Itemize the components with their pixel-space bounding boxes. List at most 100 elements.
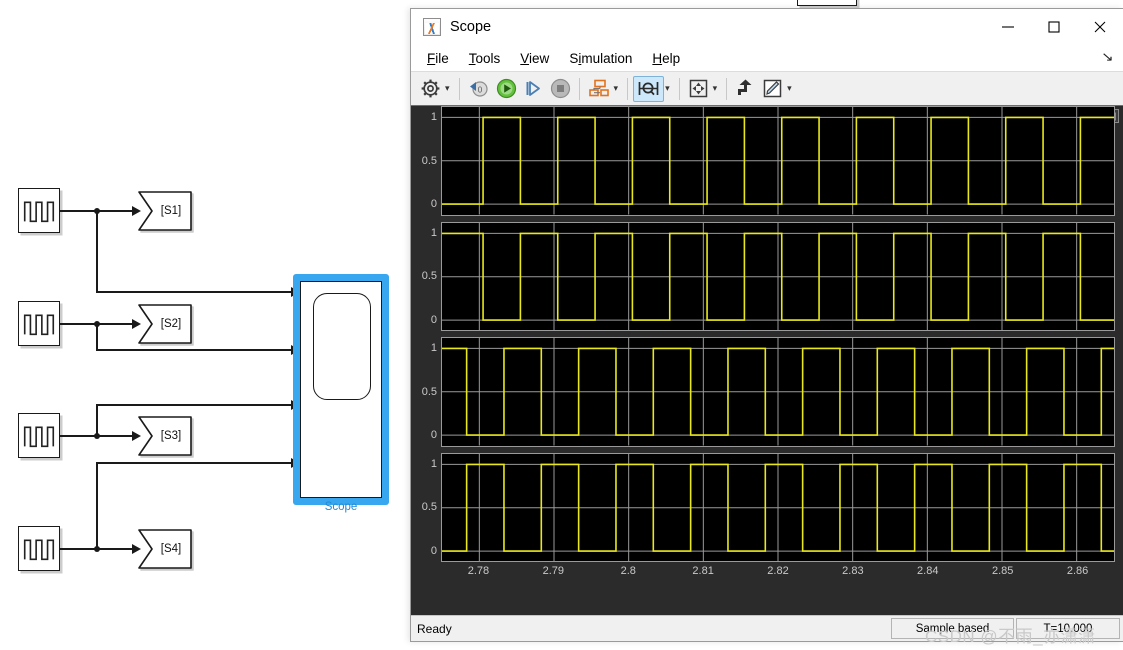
wire-branch-pg1-down — [96, 210, 98, 292]
minimize-button[interactable] — [985, 9, 1031, 44]
scope-block-label: Scope — [324, 501, 358, 513]
wire-pg2-to-scope-port2 — [96, 349, 300, 351]
y-tick-label: 1 — [430, 226, 437, 239]
x-tick-label: 2.85 — [991, 565, 1014, 577]
style-pencil-icon — [763, 79, 782, 98]
edge-top-block[interactable] — [797, 0, 857, 6]
x-tick-label: 2.83 — [842, 565, 864, 577]
wire-branch-pg3-up — [96, 404, 98, 436]
wire-branch-pg2-down — [96, 323, 98, 351]
style-caret[interactable]: ▾ — [786, 84, 796, 93]
goto-block-s3[interactable]: [S3] — [138, 416, 193, 456]
stepping-options-button[interactable]: 0 — [465, 76, 493, 102]
subplot-canvas-3 — [442, 338, 1114, 446]
menu-file[interactable]: File — [427, 51, 449, 66]
fit-to-view-caret[interactable]: ▾ — [712, 84, 722, 93]
y-tick-label: 0 — [430, 198, 437, 211]
layout-button[interactable] — [585, 76, 613, 102]
scale-axes-limits-button[interactable] — [732, 76, 759, 102]
run-button[interactable] — [493, 76, 520, 102]
x-tick-label: 2.78 — [467, 565, 490, 577]
subplot-axes-2[interactable] — [441, 221, 1115, 331]
step-back-icon: 0 — [469, 81, 488, 97]
goto-label-s1: [S1] — [160, 205, 182, 217]
pulse-waveform-icon — [23, 314, 55, 336]
x-tick-label: 2.8 — [620, 565, 636, 577]
scope-titlebar[interactable]: Scope — [411, 9, 1123, 45]
toolbar-separator — [578, 77, 580, 100]
menu-view[interactable]: View — [520, 51, 549, 66]
subplot-axes-1[interactable] — [441, 106, 1115, 216]
configuration-properties-caret[interactable]: ▾ — [444, 84, 454, 93]
cursor-measurements-button[interactable] — [633, 75, 665, 102]
y-tick-label: 0 — [430, 544, 437, 557]
scope-window[interactable]: Scope File Tools View Simulation Help ↘ … — [410, 8, 1123, 642]
cursor-measurements-caret[interactable]: ▾ — [664, 84, 674, 93]
scope-block-glyph — [313, 293, 371, 400]
y-tick-label: 0.5 — [421, 154, 437, 167]
layout-icon — [588, 79, 609, 97]
style-button[interactable] — [759, 76, 786, 102]
screenshot-root: [S1] [S2] [S3] [S4] Scope Scope File Too… — [0, 0, 1123, 650]
pulse-generator-block-2[interactable] — [18, 301, 60, 346]
toolbar-separator — [458, 77, 460, 100]
subplot-1[interactable]: 0 0.5 1 — [411, 106, 1123, 216]
subplot-2[interactable]: 0 0.5 1 — [411, 221, 1123, 331]
pulse-generator-block-1[interactable] — [18, 188, 60, 233]
layout-caret[interactable]: ▾ — [613, 84, 623, 93]
subplot-canvas-2 — [442, 223, 1114, 331]
y-tick-label: 1 — [430, 111, 437, 124]
scope-block-body — [300, 281, 382, 498]
x-axis-ticks: 2.78 2.79 2.8 2.81 2.82 2.83 2.84 2.85 2.86 — [441, 565, 1115, 581]
scope-toolbar[interactable]: ▾ 0 ▾ ▾ ▾ ▾ — [411, 71, 1123, 105]
svg-text:0: 0 — [477, 86, 482, 95]
subplot-4[interactable]: 0 0.5 1 — [411, 452, 1123, 562]
configuration-properties-button[interactable] — [417, 76, 444, 102]
wire-junction3-to-goto3 — [99, 435, 135, 437]
toolbar-separator — [627, 77, 629, 100]
y-tick-label: 0 — [430, 313, 437, 326]
play-icon — [496, 78, 516, 99]
fit-to-view-button[interactable] — [685, 76, 712, 102]
subplot-canvas-4 — [442, 454, 1114, 562]
menubar-expand-icon[interactable]: ↘ — [1101, 49, 1114, 65]
x-tick-label: 2.86 — [1066, 565, 1089, 577]
subplot-axes-3[interactable] — [441, 337, 1115, 447]
y-tick-label: 0.5 — [421, 270, 437, 283]
scope-menubar[interactable]: File Tools View Simulation Help ↘ — [411, 45, 1123, 71]
x-tick-label: 2.79 — [542, 565, 565, 577]
goto-block-s4[interactable]: [S4] — [138, 529, 193, 569]
pulse-generator-block-3[interactable] — [18, 413, 60, 458]
scope-block[interactable]: Scope — [293, 274, 389, 513]
status-sample-mode: Sample based — [891, 618, 1014, 639]
maximize-icon — [1048, 20, 1060, 33]
wire-pg3-to-scope-port3 — [96, 404, 300, 406]
status-time: T=10.000 — [1016, 618, 1120, 639]
matlab-scope-icon — [423, 17, 441, 36]
subplot-3[interactable]: 0 0.5 1 — [411, 337, 1123, 447]
pulse-generator-block-4[interactable] — [18, 526, 60, 571]
goto-block-s2[interactable]: [S2] — [138, 304, 193, 344]
step-forward-button[interactable] — [520, 76, 547, 102]
maximize-button[interactable] — [1031, 9, 1077, 44]
close-button[interactable] — [1077, 9, 1123, 44]
stop-button[interactable] — [547, 76, 574, 102]
subplot-axes-4[interactable] — [441, 452, 1115, 562]
scale-axes-icon — [738, 79, 752, 95]
menu-tools[interactable]: Tools — [469, 51, 501, 66]
status-ready-text: Ready — [417, 621, 452, 636]
fit-to-view-icon — [689, 79, 707, 98]
menu-help[interactable]: Help — [652, 51, 680, 66]
wire-pg4-to-scope-port4 — [96, 462, 300, 464]
window-title: Scope — [450, 18, 492, 35]
y-tick-label: 1 — [430, 457, 437, 470]
y-tick-label: 0.5 — [421, 385, 437, 398]
menu-simulation[interactable]: Simulation — [569, 51, 632, 66]
wire-pg1-to-scope-port1 — [96, 291, 300, 293]
toolbar-separator — [678, 77, 680, 100]
goto-block-s1[interactable]: [S1] — [138, 191, 193, 231]
pulse-waveform-icon — [23, 426, 55, 448]
scope-plot-area[interactable]: 2.78 2.79 2.8 2.81 2.82 2.83 2.84 2.85 2.86 0 0.5… — [411, 105, 1123, 615]
goto-label-s2: [S2] — [160, 318, 182, 330]
goto-label-s3: [S3] — [160, 430, 182, 442]
